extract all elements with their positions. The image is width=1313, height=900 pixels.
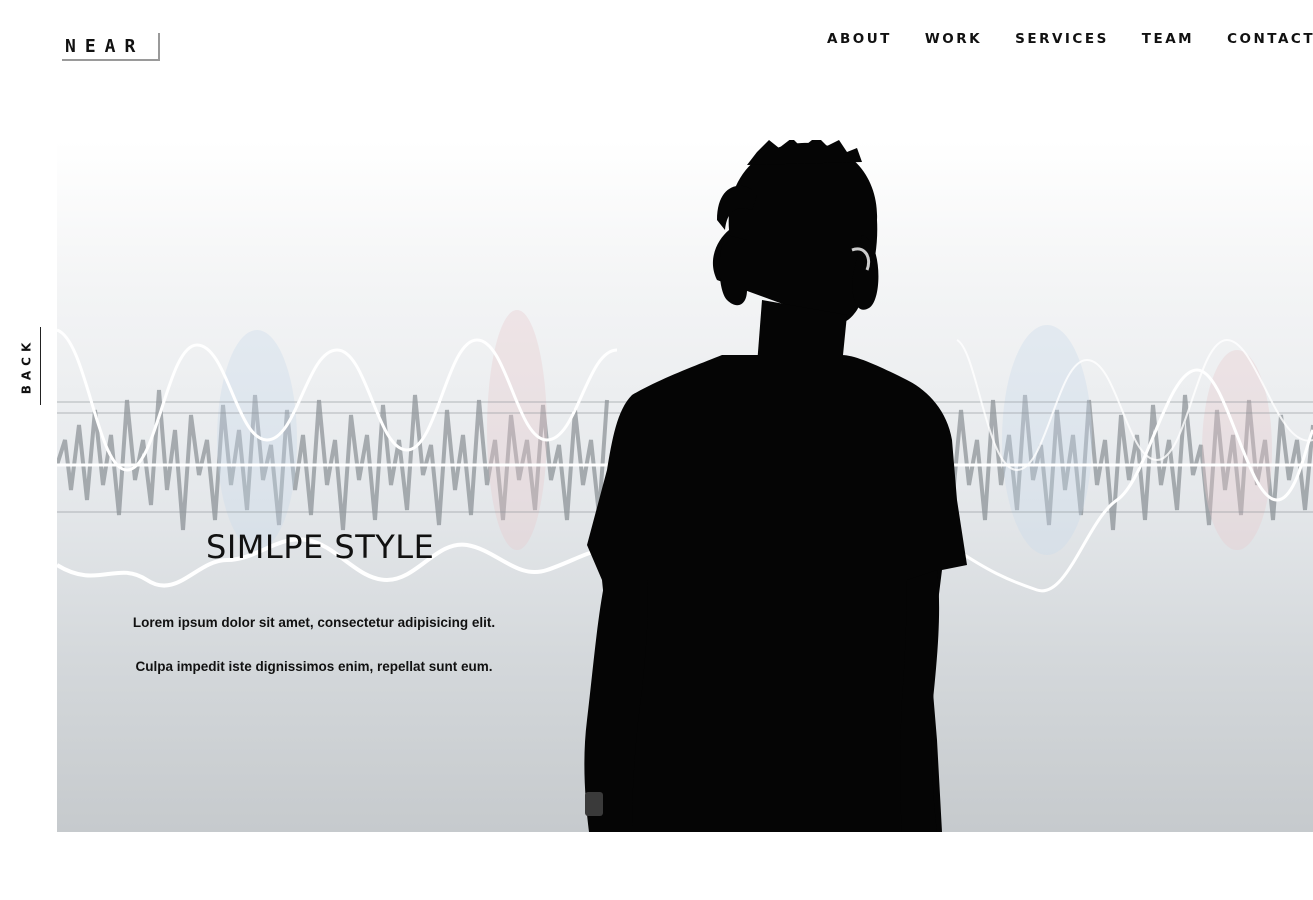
nav-contact[interactable]: CONTACT: [1227, 31, 1313, 47]
nav-work[interactable]: WORK: [925, 31, 982, 47]
nav-team[interactable]: TEAM: [1142, 31, 1194, 47]
hero-title: SIMLPE STYLE: [206, 528, 435, 566]
site-logo[interactable]: NEAR: [62, 33, 160, 61]
main-navigation: ABOUT WORK SERVICES TEAM CONTACT B: [827, 31, 1313, 47]
back-label: BACK: [19, 337, 34, 395]
person-silhouette: [584, 140, 967, 832]
nav-services[interactable]: SERVICES: [1015, 31, 1109, 47]
nav-about[interactable]: ABOUT: [827, 31, 892, 47]
hero-image: [57, 140, 1313, 832]
back-button[interactable]: BACK: [12, 327, 41, 405]
hero-description: Lorem ipsum dolor sit amet, consectetur …: [132, 614, 496, 674]
logo-text: NEAR: [65, 35, 145, 57]
hero-banner: SIMLPE STYLE Lorem ipsum dolor sit amet,…: [57, 140, 1313, 832]
